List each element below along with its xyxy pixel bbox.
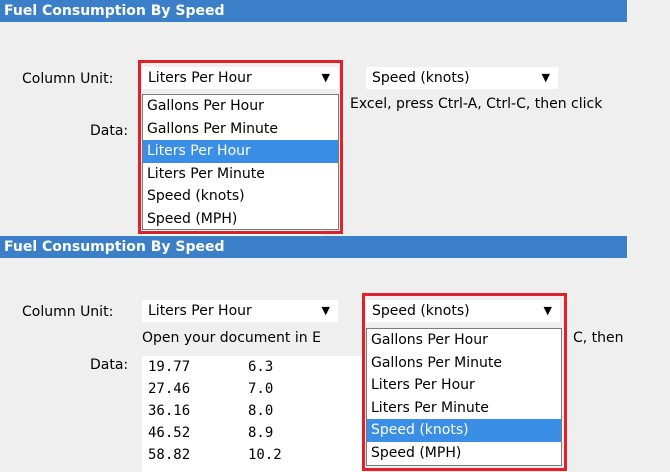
data-row: 36.16 8.0: [148, 403, 274, 419]
chevron-down-icon: ▼: [321, 304, 330, 317]
data-row: 27.46 7.0: [148, 381, 274, 397]
highlight-box: [138, 60, 343, 234]
panel-unit-dropdown-open: Fuel Consumption By Speed Column Unit: L…: [0, 0, 670, 236]
chevron-down-icon: ▼: [541, 71, 550, 84]
data-label: Data:: [90, 123, 129, 139]
instruction-text: Excel, press Ctrl-A, Ctrl-C, then click: [350, 96, 603, 112]
panel-speed-dropdown-open: Fuel Consumption By Speed Column Unit: L…: [0, 236, 670, 472]
data-row: 46.52 8.9: [148, 425, 274, 441]
data-row: 58.82 10.2: [148, 447, 282, 463]
data-textarea[interactable]: 19.77 6.3 27.46 7.0 36.16 8.0 46.52 8.9 58.8…: [142, 356, 362, 472]
data-row: 19.77 6.3: [148, 359, 274, 375]
panel-title: Fuel Consumption By Speed: [0, 236, 627, 258]
column-unit-label: Column Unit:: [22, 71, 114, 87]
panel-title: Fuel Consumption By Speed: [0, 0, 627, 22]
data-label: Data:: [90, 357, 129, 373]
speed-unit-select-value: Speed (knots): [372, 70, 470, 86]
speed-unit-select[interactable]: Speed (knots) ▼: [366, 67, 558, 89]
column-unit-label: Column Unit:: [22, 304, 114, 320]
instruction-text: Open your document in E: [142, 330, 321, 346]
instruction-text-tail: C, then: [573, 330, 624, 346]
highlight-box: [362, 293, 567, 471]
column-unit-select-value: Liters Per Hour: [148, 303, 252, 319]
column-unit-select[interactable]: Liters Per Hour ▼: [142, 300, 338, 322]
